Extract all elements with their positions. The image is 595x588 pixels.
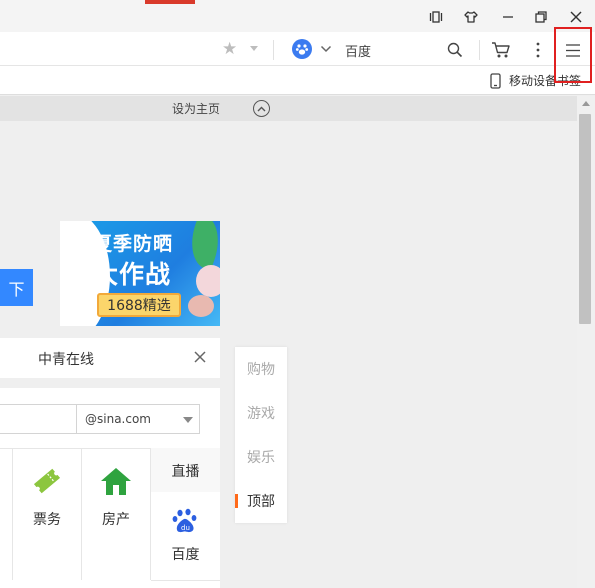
decoration — [188, 295, 214, 317]
mail-username-input[interactable] — [0, 404, 77, 434]
baidu-paw-icon: du — [172, 508, 200, 538]
set-home-link[interactable]: 设为主页 — [172, 100, 220, 117]
service-label: 房产 — [102, 512, 130, 528]
float-nav-entertainment[interactable]: 娱乐 — [235, 435, 287, 479]
chevron-up-icon[interactable] — [253, 100, 270, 117]
side-link-live[interactable]: 直播 — [151, 450, 220, 492]
mail-domain-value: @sina.com — [85, 412, 151, 426]
vertical-scrollbar[interactable] — [577, 96, 595, 588]
float-nav-shopping[interactable]: 购物 — [235, 347, 287, 391]
decoration — [196, 265, 220, 297]
chevron-down-icon — [183, 417, 193, 423]
active-tab-indicator — [145, 0, 195, 4]
house-icon — [96, 461, 136, 501]
leaf-icon — [182, 221, 220, 271]
banner-big-title: 大作战 — [93, 260, 172, 289]
close-icon[interactable] — [193, 350, 207, 368]
mobile-device-icon — [490, 72, 501, 89]
side-link-baidu[interactable]: du 百度 — [151, 492, 220, 580]
star-icon[interactable]: ★ — [222, 39, 237, 59]
divider — [151, 580, 220, 581]
baidu-paw-icon[interactable] — [292, 39, 312, 59]
address-bar: ★ 百度 — [0, 32, 595, 66]
minimize-icon[interactable] — [497, 6, 519, 28]
page-top-strip: 设为主页 — [0, 96, 577, 121]
services-panel: @sina.com 票务 房产 直播 du 百度 — [0, 388, 220, 588]
title-bar — [0, 0, 595, 32]
ad-banner[interactable]: 夏季防晒 大作战 1688精选 — [60, 221, 220, 326]
bookmark-bar: 移动设备书签 — [0, 66, 595, 95]
floating-nav: 购物 游戏 娱乐 顶部 — [235, 347, 287, 523]
side-link-label: 百度 — [171, 547, 200, 563]
banner-title: 夏季防晒 — [93, 233, 174, 255]
svg-text:du: du — [181, 524, 190, 532]
skin-icon[interactable] — [460, 6, 482, 28]
close-icon[interactable] — [565, 6, 587, 28]
scroll-thumb[interactable] — [579, 114, 591, 324]
restore-icon[interactable] — [530, 6, 552, 28]
mail-domain-select[interactable]: @sina.com — [76, 404, 200, 434]
service-house[interactable]: 房产 — [82, 449, 150, 537]
divider — [273, 40, 274, 60]
search-icon[interactable] — [444, 39, 466, 61]
divider — [479, 40, 480, 60]
news-bar: 中青在线 — [0, 338, 220, 378]
more-vertical-icon[interactable] — [527, 39, 549, 61]
float-nav-top[interactable]: 顶部 — [235, 479, 287, 523]
scroll-up-icon[interactable] — [582, 101, 590, 106]
banner-badge: 1688精选 — [97, 293, 181, 317]
service-label: 票务 — [33, 512, 61, 528]
cart-icon[interactable] — [490, 39, 512, 61]
search-engine-label[interactable]: 百度 — [345, 41, 371, 60]
bookmark-dropdown-icon[interactable] — [250, 46, 258, 51]
menu-highlight-box — [554, 27, 592, 83]
service-ticket[interactable]: 票务 — [13, 449, 81, 537]
reader-mode-icon[interactable] — [425, 6, 447, 28]
float-nav-games[interactable]: 游戏 — [235, 391, 287, 435]
web-page: 设为主页 夏季防晒 大作战 1688精选 下 中青在线 @sina.com 票务… — [0, 96, 577, 588]
news-text[interactable]: 中青在线 — [38, 349, 94, 369]
blue-action-button[interactable]: 下 — [0, 269, 33, 306]
chevron-down-icon[interactable] — [320, 43, 332, 59]
ticket-icon — [27, 461, 67, 501]
